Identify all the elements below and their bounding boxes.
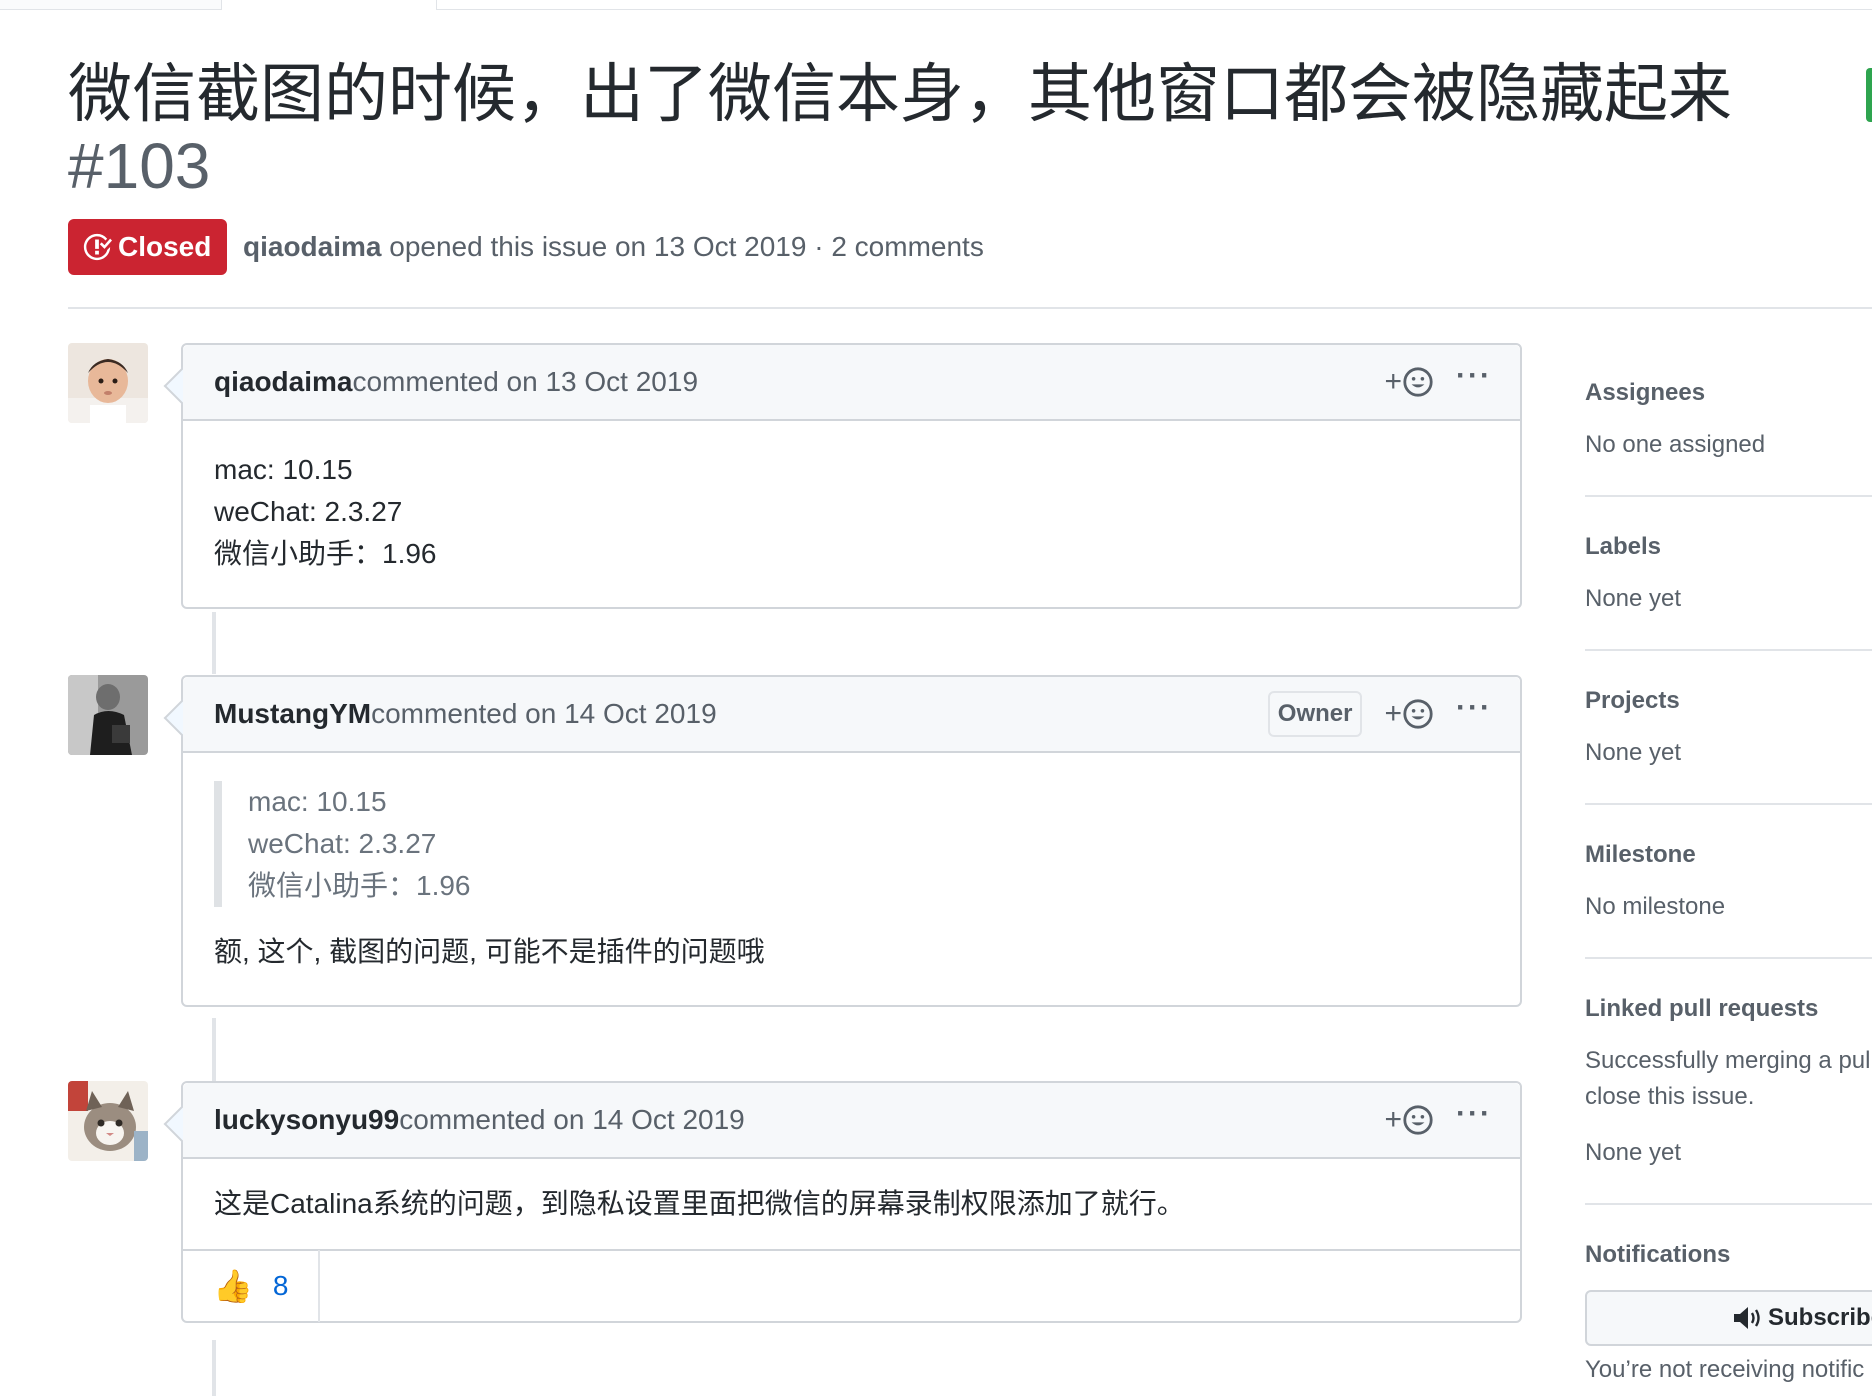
sidebar-linked-prs: Linked pull requests Successfully mergin… xyxy=(1585,993,1872,1171)
comment-author-link[interactable]: MustangYM xyxy=(214,698,371,730)
comment-timestamp[interactable]: commented on 14 Oct 2019 xyxy=(399,1104,745,1136)
comment-header: MustangYM commented on 14 Oct 2019 Owner… xyxy=(183,677,1520,753)
avatar[interactable] xyxy=(68,1081,148,1161)
subscribe-button[interactable]: Subscribe xyxy=(1585,1290,1872,1346)
quote-line: 微信小助手：1.96 xyxy=(248,870,471,901)
comment-header: luckysonyu99 commented on 14 Oct 2019 + … xyxy=(183,1083,1520,1159)
quote-line: weChat: 2.3.27 xyxy=(248,828,437,859)
timeline-connector xyxy=(212,1018,216,1082)
avatar[interactable] xyxy=(68,675,148,755)
comment-card: qiaodaima commented on 13 Oct 2019 + ···… xyxy=(181,343,1522,609)
tab-inactive[interactable] xyxy=(0,0,222,10)
sidebar-heading: Notifications xyxy=(1585,1241,1731,1268)
add-reaction-button[interactable]: + xyxy=(1384,1103,1434,1137)
smiley-icon xyxy=(1403,699,1433,729)
subscribe-button-label: Subscribe xyxy=(1768,1304,1872,1331)
sidebar-divider xyxy=(1585,1203,1872,1205)
smiley-icon xyxy=(1403,1105,1433,1135)
timeline-connector xyxy=(212,612,216,674)
sidebar-value: No milestone xyxy=(1585,893,1726,920)
more-options-button[interactable]: ··· xyxy=(1456,693,1492,730)
comment-card: MustangYM commented on 14 Oct 2019 Owner… xyxy=(181,675,1522,1007)
blockquote: mac: 10.15 weChat: 2.3.27 微信小助手：1.96 xyxy=(214,781,1489,907)
sidebar-assignees: Assignees No one assigned xyxy=(1585,377,1872,463)
issue-author-link[interactable]: qiaodaima xyxy=(243,231,381,262)
sidebar-divider xyxy=(1585,495,1872,497)
issue-state-badge: Closed xyxy=(68,219,228,275)
comment-author-link[interactable]: luckysonyu99 xyxy=(214,1104,399,1136)
comment-body: 这是Catalina系统的问题，到隐私设置里面把微信的屏幕录制权限添加了就行。 xyxy=(183,1159,1520,1249)
thumbs-up-icon: 👍 xyxy=(213,1268,253,1304)
comment-header: qiaodaima commented on 13 Oct 2019 + ··· xyxy=(183,345,1520,421)
reaction-count: 8 xyxy=(272,1270,289,1301)
sidebar-projects: Projects None yet xyxy=(1585,685,1872,771)
sidebar-heading[interactable]: Labels xyxy=(1585,531,1872,563)
issue-closed-icon xyxy=(83,233,112,261)
comment-text: 这是Catalina系统的问题，到隐私设置里面把微信的屏幕录制权限添加了就行。 xyxy=(214,1188,1185,1219)
avatar-image xyxy=(68,343,148,423)
reactions-bar: 👍 8 xyxy=(183,1249,1520,1322)
comment-body: mac: 10.15 weChat: 2.3.27 微信小助手：1.96 xyxy=(183,421,1520,607)
issue-title: 微信截图的时候，出了微信本身，其他窗口都会被隐藏起来 #103 xyxy=(68,58,1828,202)
sidebar-heading[interactable]: Projects xyxy=(1585,685,1872,717)
sidebar-heading[interactable]: Milestone xyxy=(1585,839,1872,871)
add-reaction-button[interactable]: + xyxy=(1384,365,1434,399)
issue-title-text: 微信截图的时候，出了微信本身，其他窗口都会被隐藏起来 xyxy=(68,58,1732,130)
sidebar-labels: Labels None yet xyxy=(1585,531,1872,617)
sidebar-divider xyxy=(1585,957,1872,959)
comment-card: luckysonyu99 commented on 14 Oct 2019 + … xyxy=(181,1081,1522,1323)
owner-badge: Owner xyxy=(1267,691,1363,737)
avatar-image xyxy=(68,675,148,755)
speaker-icon xyxy=(1734,1307,1760,1329)
smiley-icon xyxy=(1403,367,1433,397)
new-issue-button-edge[interactable] xyxy=(1866,68,1872,122)
sidebar-value: None yet xyxy=(1585,585,1682,612)
comment-line: weChat: 2.3.27 xyxy=(214,496,403,527)
comment-timestamp[interactable]: commented on 13 Oct 2019 xyxy=(352,366,698,398)
timeline-connector xyxy=(212,1340,216,1396)
issue-meta: qiaodaima opened this issue on 13 Oct 20… xyxy=(243,228,984,266)
notification-status: You’re not receiving notific xyxy=(1585,1356,1865,1383)
reaction-thumbs-up-button[interactable]: 👍 8 xyxy=(183,1250,321,1322)
sidebar-milestone: Milestone No milestone xyxy=(1585,839,1872,925)
avatar[interactable] xyxy=(68,343,148,423)
comment-text: 额, 这个, 截图的问题, 可能不是插件的问题哦 xyxy=(214,936,765,967)
comment-line: mac: 10.15 xyxy=(214,454,353,485)
tab-baseline xyxy=(436,9,1872,10)
add-reaction-button[interactable]: + xyxy=(1384,697,1434,731)
header-divider xyxy=(68,307,1872,309)
sidebar-description: Successfully merging a pul xyxy=(1585,1047,1871,1074)
sidebar-description: close this issue. xyxy=(1585,1083,1755,1110)
sidebar-heading[interactable]: Linked pull requests xyxy=(1585,993,1872,1025)
comment-body: mac: 10.15 weChat: 2.3.27 微信小助手：1.96 额, … xyxy=(183,753,1520,1005)
comment-timestamp[interactable]: commented on 14 Oct 2019 xyxy=(371,698,717,730)
quote-line: mac: 10.15 xyxy=(248,786,387,817)
more-options-button[interactable]: ··· xyxy=(1456,361,1492,398)
sidebar-notifications: Notifications xyxy=(1585,1239,1872,1271)
comment-author-link[interactable]: qiaodaima xyxy=(214,366,352,398)
more-options-button[interactable]: ··· xyxy=(1456,1099,1492,1136)
sidebar-value: None yet xyxy=(1585,1139,1682,1166)
issue-meta-text: opened this issue on 13 Oct 2019 · 2 com… xyxy=(381,231,984,262)
top-tab-strip xyxy=(0,0,1872,10)
avatar-image xyxy=(68,1081,148,1161)
comment-line: 微信小助手：1.96 xyxy=(214,538,437,569)
issue-number: #103 xyxy=(68,130,211,202)
issue-state-label: Closed xyxy=(118,231,212,262)
sidebar-value: None yet xyxy=(1585,739,1682,766)
sidebar-heading[interactable]: Assignees xyxy=(1585,377,1872,409)
sidebar-divider xyxy=(1585,649,1872,651)
sidebar-value: No one assigned xyxy=(1585,431,1766,458)
sidebar-divider xyxy=(1585,803,1872,805)
